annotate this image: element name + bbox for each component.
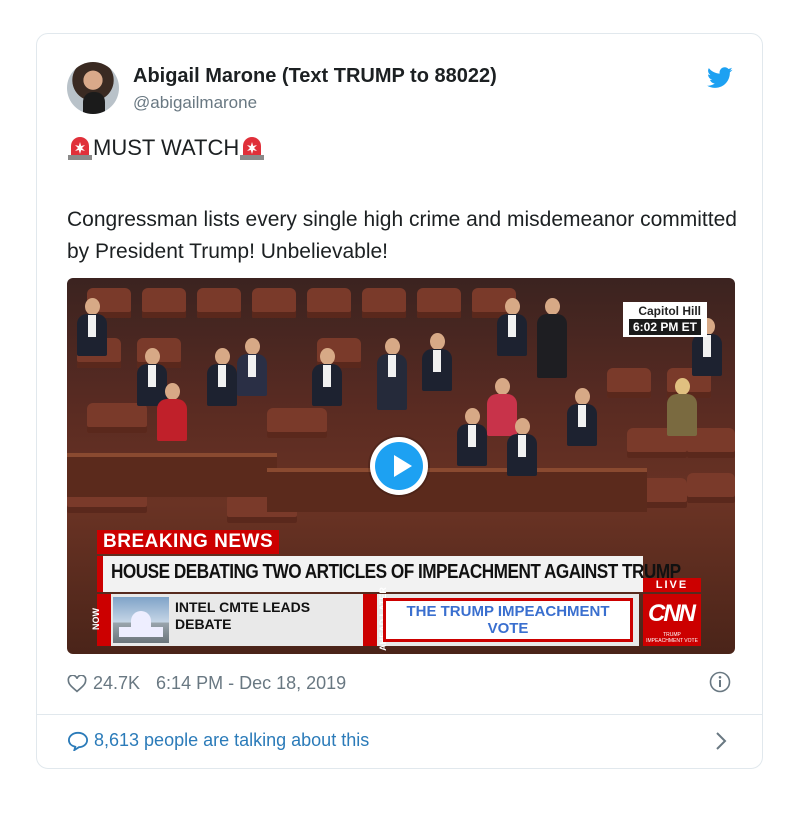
rotating-light-icon — [67, 135, 93, 161]
broadcast-time: 6:02 PM ET — [628, 319, 701, 335]
author-name[interactable]: Abigail Marone (Text TRUMP to 88022) — [133, 65, 497, 88]
heart-icon[interactable] — [67, 674, 87, 693]
play-button[interactable] — [370, 437, 428, 495]
live-badge: LIVE — [643, 578, 701, 592]
comment-bubble-icon — [67, 731, 89, 751]
ahead-story: THE TRUMP IMPEACHMENT VOTE — [383, 598, 633, 642]
divider — [37, 714, 762, 715]
rotating-light-icon — [239, 135, 265, 161]
talking-text[interactable]: 8,613 people are talking about this — [94, 730, 369, 751]
now-label: NOW — [91, 594, 111, 646]
timestamp[interactable]: 6:14 PM - Dec 18, 2019 — [156, 673, 346, 694]
info-icon[interactable] — [709, 671, 731, 693]
tweet-card[interactable]: Abigail Marone (Text TRUMP to 88022) @ab… — [36, 33, 763, 769]
now-story: INTEL CMTE LEADS DEBATE — [175, 599, 311, 632]
location-label: Capitol Hill — [638, 304, 701, 318]
chevron-right-icon[interactable] — [714, 730, 728, 752]
capitol-thumbnail — [113, 597, 169, 643]
location-tag: Capitol Hill 6:02 PM ET — [622, 302, 707, 337]
chyron-text: HOUSE DEBATING TWO ARTICLES OF IMPEACHME… — [111, 561, 681, 583]
cnn-logo: CNN TRUMP IMPEACHMENT VOTE — [643, 594, 701, 646]
tweet-headline: MUST WATCH — [67, 135, 265, 161]
ahead-later-label: AHEAD LATER — [363, 587, 388, 651]
author-handle[interactable]: @abigailmarone — [133, 93, 257, 113]
avatar[interactable] — [67, 62, 119, 114]
conversation-link[interactable]: 8,613 people are talking about this — [67, 730, 369, 751]
play-icon — [394, 455, 412, 477]
chyron: HOUSE DEBATING TWO ARTICLES OF IMPEACHME… — [97, 556, 681, 592]
tweet-meta: 24.7K 6:14 PM - Dec 18, 2019 — [67, 673, 346, 694]
video-player[interactable]: Capitol Hill 6:02 PM ET BREAKING NEWS HO… — [67, 278, 735, 654]
ticker-bar: NOW INTEL CMTE LEADS DEBATE AHEAD LATER … — [91, 587, 639, 651]
headline-text: MUST WATCH — [93, 135, 240, 160]
tweet-body: Congressman lists every single high crim… — [67, 208, 737, 263]
twitter-bird-icon[interactable] — [707, 67, 733, 89]
like-count[interactable]: 24.7K — [93, 673, 140, 694]
breaking-news-label: BREAKING NEWS — [97, 530, 280, 554]
